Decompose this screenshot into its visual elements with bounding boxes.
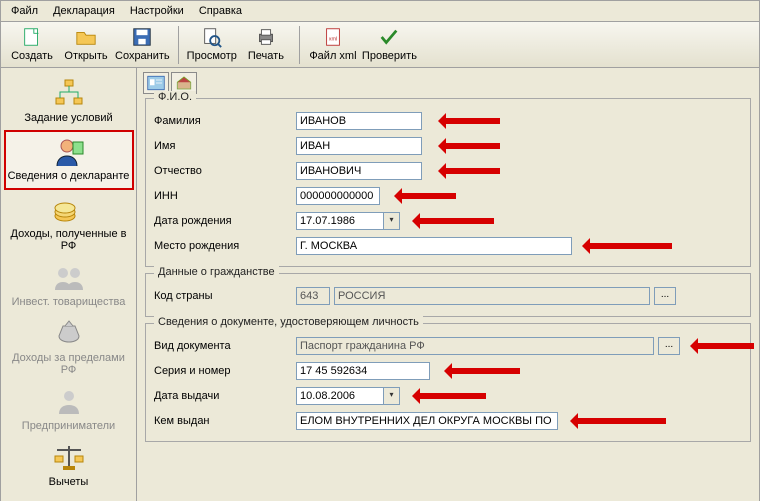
person-icon — [53, 136, 85, 168]
sidebar-item-deductions[interactable]: Вычеты — [4, 438, 134, 494]
id-card-icon — [147, 75, 165, 91]
group-document-legend: Сведения о документе, удостоверяющем лич… — [154, 316, 423, 328]
arrow-icon — [442, 143, 500, 149]
input-doc-issued[interactable] — [296, 412, 558, 430]
arrow-icon — [398, 193, 456, 199]
label-inn: ИНН — [154, 190, 296, 202]
save-button[interactable]: Сохранить — [113, 24, 172, 62]
browse-country-button[interactable]: ... — [654, 287, 676, 305]
date-picker-button[interactable]: ▾ — [384, 387, 400, 405]
coins-icon — [53, 194, 85, 226]
toolbar: Создать Открыть Сохранить Просмотр Печат… — [1, 22, 759, 68]
label-pob: Место рождения — [154, 240, 296, 252]
new-file-icon — [21, 26, 43, 48]
tree-icon — [53, 78, 85, 110]
arrow-icon — [442, 118, 500, 124]
label-doc-issued: Кем выдан — [154, 415, 296, 427]
check-icon — [378, 26, 400, 48]
xml-button[interactable]: xml Файл xml — [306, 24, 360, 62]
briefcase-icon — [53, 386, 85, 418]
input-dob[interactable] — [296, 212, 384, 230]
label-doc-sn: Серия и номер — [154, 365, 296, 377]
input-patronymic[interactable] — [296, 162, 422, 180]
input-name[interactable] — [296, 137, 422, 155]
menu-declaration[interactable]: Декларация — [47, 3, 121, 19]
sidebar-item-invest: Инвест. товарищества — [4, 258, 134, 314]
check-button[interactable]: Проверить — [360, 24, 419, 62]
input-country-code — [296, 287, 330, 305]
label-doc-type: Вид документа — [154, 340, 296, 352]
input-surname[interactable] — [296, 112, 422, 130]
svg-text:xml: xml — [329, 37, 338, 43]
group-citizenship: Данные о гражданстве Код страны ... — [145, 273, 751, 317]
arrow-icon — [586, 243, 672, 249]
arrow-icon — [574, 418, 666, 424]
label-doc-date: Дата выдачи — [154, 390, 296, 402]
content-area: Ф.И.О. Фамилия Имя Отчество ИНН — [137, 68, 759, 501]
house-icon — [175, 75, 193, 91]
menu-file[interactable]: Файл — [5, 3, 44, 19]
people-icon — [53, 262, 85, 294]
toolbar-separator — [299, 26, 300, 64]
sidebar-item-income-rf[interactable]: Доходы, полученные в РФ — [4, 190, 134, 258]
browse-doc-type-button[interactable]: ... — [658, 337, 680, 355]
label-name: Имя — [154, 140, 296, 152]
input-inn[interactable] — [296, 187, 380, 205]
input-doc-sn[interactable] — [296, 362, 430, 380]
create-button[interactable]: Создать — [5, 24, 59, 62]
sidebar-item-entrepreneurs: Предприниматели — [4, 382, 134, 438]
arrow-icon — [416, 218, 494, 224]
arrow-icon — [448, 368, 520, 374]
sidebar-item-conditions[interactable]: Задание условий — [4, 74, 134, 130]
menu-settings[interactable]: Настройки — [124, 3, 190, 19]
toolbar-separator — [178, 26, 179, 64]
sidebar-item-declarant[interactable]: Сведения о декларанте — [4, 130, 134, 190]
sidebar: Задание условий Сведения о декларанте До… — [1, 68, 137, 501]
open-button[interactable]: Открыть — [59, 24, 113, 62]
save-icon — [131, 26, 153, 48]
group-citizenship-legend: Данные о гражданстве — [154, 266, 279, 278]
menubar: Файл Декларация Настройки Справка — [1, 1, 759, 22]
arrow-icon — [442, 168, 500, 174]
group-fio-legend: Ф.И.О. — [154, 91, 196, 103]
label-surname: Фамилия — [154, 115, 296, 127]
print-icon — [255, 26, 277, 48]
print-button[interactable]: Печать — [239, 24, 293, 62]
arrow-icon — [416, 393, 486, 399]
preview-button[interactable]: Просмотр — [185, 24, 239, 62]
balance-icon — [53, 442, 85, 474]
input-pob[interactable] — [296, 237, 572, 255]
xml-file-icon: xml — [322, 26, 344, 48]
label-country-code: Код страны — [154, 290, 296, 302]
menu-help[interactable]: Справка — [193, 3, 248, 19]
label-patronymic: Отчество — [154, 165, 296, 177]
date-picker-button[interactable]: ▾ — [384, 212, 400, 230]
preview-icon — [201, 26, 223, 48]
arrow-icon — [694, 343, 754, 349]
money-bag-icon — [53, 318, 85, 350]
group-document: Сведения о документе, удостоверяющем лич… — [145, 323, 751, 442]
input-country-name — [334, 287, 650, 305]
input-doc-type — [296, 337, 654, 355]
content-tabs — [137, 68, 759, 94]
sidebar-item-income-abroad: Доходы за пределами РФ — [4, 314, 134, 382]
input-doc-date[interactable] — [296, 387, 384, 405]
label-dob: Дата рождения — [154, 215, 296, 227]
group-fio: Ф.И.О. Фамилия Имя Отчество ИНН — [145, 98, 751, 267]
folder-open-icon — [75, 26, 97, 48]
